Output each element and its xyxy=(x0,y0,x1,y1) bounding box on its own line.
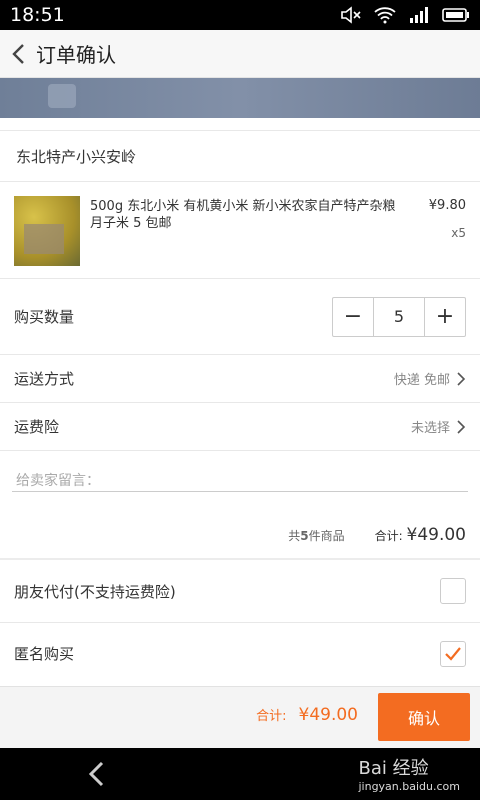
system-back-button[interactable] xyxy=(86,760,106,792)
quantity-stepper: − 5 + xyxy=(332,296,466,337)
friend-pay-label: 朋友代付(不支持运费险) xyxy=(14,582,176,601)
summary-total: 合计: ¥49.00 xyxy=(375,525,466,545)
status-icons xyxy=(340,6,470,24)
footer-total-label: 合计: xyxy=(256,709,287,724)
watermark-url: jingyan.baidu.com xyxy=(358,780,460,793)
system-nav-bar: Bai 经验 jingyan.baidu.com xyxy=(0,748,480,800)
anonymous-row[interactable]: 匿名购买 xyxy=(0,622,480,684)
signal-icon xyxy=(410,7,428,23)
seller-message-input[interactable]: 给卖家留言： xyxy=(12,456,468,492)
product-quantity: x5 xyxy=(451,226,466,240)
anonymous-label: 匿名购买 xyxy=(14,645,75,663)
chevron-left-icon xyxy=(12,43,24,64)
summary-total-amount: ¥49.00 xyxy=(406,525,466,545)
order-summary: 共5件商品 合计: ¥49.00 xyxy=(0,514,480,556)
increase-button[interactable]: + xyxy=(425,298,465,336)
friend-pay-row[interactable]: 朋友代付(不支持运费险) xyxy=(0,560,480,622)
shipping-value: 快递 免邮 xyxy=(393,373,450,388)
product-price: ¥9.80 xyxy=(428,198,466,213)
checkout-bar: 合计: ¥49.00 确认 xyxy=(0,686,480,748)
battery-icon xyxy=(442,8,469,22)
baidu-watermark: Bai 经验 jingyan.baidu.com xyxy=(358,754,460,793)
footer-total-amount: ¥49.00 xyxy=(298,705,358,725)
title-bar: 订单确认 xyxy=(0,30,480,78)
quantity-row: 购买数量 − 5 + xyxy=(0,278,480,354)
watermark-brand: Bai 经验 xyxy=(358,758,429,779)
quantity-label: 购买数量 xyxy=(14,308,75,326)
item-count-suffix: 件商品 xyxy=(308,528,345,543)
mute-icon xyxy=(341,6,361,24)
confirm-button[interactable]: 确认 xyxy=(378,693,470,741)
divider xyxy=(0,450,480,451)
insurance-label: 运费险 xyxy=(14,418,60,436)
thumbnail-blur xyxy=(24,224,64,254)
item-count-number: 5 xyxy=(300,528,309,543)
summary-total-label: 合计: xyxy=(374,529,403,543)
shipping-label: 运送方式 xyxy=(14,370,75,388)
address-blur xyxy=(48,84,76,108)
item-count: 共5件商品 xyxy=(288,527,344,544)
chevron-right-icon xyxy=(457,419,466,434)
chevron-right-icon xyxy=(457,371,466,386)
quantity-value[interactable]: 5 xyxy=(373,297,425,336)
status-bar: 18:51 xyxy=(0,0,480,30)
chevron-left-icon xyxy=(88,761,104,787)
footer-total: 合计: ¥49.00 xyxy=(256,705,358,725)
product-row[interactable]: 500g 东北小米 有机黄小米 新小米农家自产特产杂粮 月子米 5 包邮 ¥9.… xyxy=(0,190,480,274)
insurance-row[interactable]: 运费险 未选择 xyxy=(0,402,480,450)
anonymous-checkbox[interactable] xyxy=(440,640,466,667)
friend-pay-checkbox[interactable] xyxy=(440,578,466,604)
product-thumbnail xyxy=(14,196,80,266)
product-name: 500g 东北小米 有机黄小米 新小米农家自产特产杂粮 月子米 5 包邮 xyxy=(90,199,396,231)
shipping-row[interactable]: 运送方式 快递 免邮 xyxy=(0,354,480,402)
address-banner[interactable] xyxy=(0,78,480,118)
decrease-button[interactable]: − xyxy=(333,298,373,336)
page-title: 订单确认 xyxy=(36,43,116,67)
shop-name-row: 东北特产小兴安岭 xyxy=(0,130,480,182)
item-count-prefix: 共 xyxy=(288,528,301,543)
back-button[interactable] xyxy=(0,30,36,78)
checkmark-icon xyxy=(445,646,461,661)
insurance-value: 未选择 xyxy=(410,421,450,436)
shop-name: 东北特产小兴安岭 xyxy=(16,147,137,166)
status-time: 18:51 xyxy=(10,4,65,26)
wifi-icon xyxy=(374,7,396,24)
